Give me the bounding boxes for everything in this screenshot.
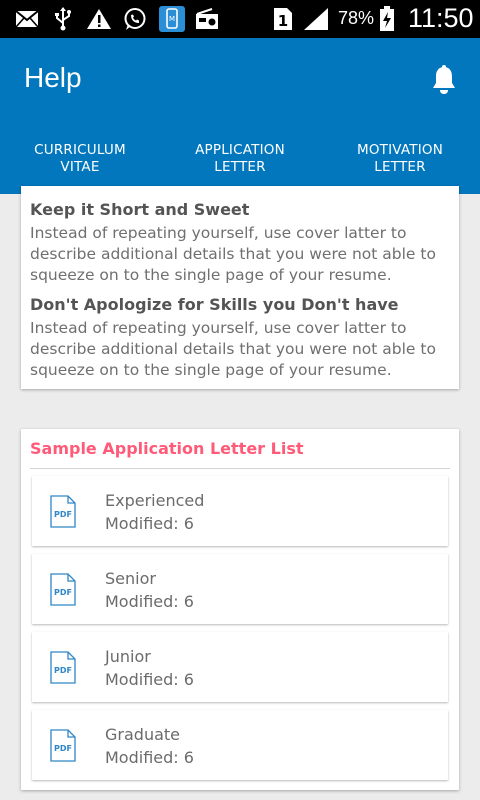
tab-label: LETTER	[374, 159, 426, 175]
list-item-graduate[interactable]: PDF Graduate Modified: 6	[32, 710, 448, 780]
tab-label: APPLICATION	[195, 142, 285, 158]
sample-list-card: Sample Application Letter List PDF Exper…	[21, 429, 459, 790]
svg-text:PDF: PDF	[54, 666, 72, 675]
sim-icon: 1	[272, 7, 294, 31]
usb-icon	[52, 7, 74, 31]
tip-line: Instead of repeating yourself, use cover…	[30, 224, 407, 242]
pdf-file-icon: PDF	[50, 729, 76, 762]
bell-icon[interactable]	[428, 64, 460, 96]
file-modified: Modified: 6	[105, 592, 194, 611]
divider	[30, 468, 450, 469]
svg-text:PDF: PDF	[54, 510, 72, 519]
file-modified: Modified: 6	[105, 670, 194, 689]
tip-title: Keep it Short and Sweet	[30, 200, 250, 219]
status-bar: M 1 78% 11:50	[0, 0, 480, 38]
file-modified: Modified: 6	[105, 514, 194, 533]
list-item-experienced[interactable]: PDF Experienced Modified: 6	[32, 476, 448, 546]
tip-line: Instead of repeating yourself, use cover…	[30, 319, 407, 337]
signal-icon	[302, 7, 330, 31]
svg-text:M: M	[169, 15, 175, 23]
battery-charging-icon	[378, 6, 396, 31]
page-title: Help	[24, 62, 82, 93]
svg-text:PDF: PDF	[54, 744, 72, 753]
list-item-senior[interactable]: PDF Senior Modified: 6	[32, 554, 448, 624]
battery-percentage: 78%	[338, 8, 375, 28]
tips-card: Keep it Short and Sweet Instead of repea…	[21, 186, 459, 389]
file-modified: Modified: 6	[105, 748, 194, 767]
radio-icon	[194, 7, 220, 31]
tip-line: describe additional details that you wer…	[30, 340, 436, 358]
tip-body: Instead of repeating yourself, use cover…	[30, 223, 440, 286]
tip-line: describe additional details that you wer…	[30, 245, 436, 263]
tip-line: squeeze on to the single page of your re…	[30, 361, 392, 379]
email-icon	[14, 7, 40, 31]
file-name: Senior	[105, 569, 156, 588]
pdf-file-icon: PDF	[50, 573, 76, 606]
tab-label: MOTIVATION	[356, 142, 443, 158]
tip-title: Don't Apologize for Skills you Don't hav…	[30, 295, 399, 314]
tab-label: LETTER	[214, 159, 266, 175]
pdf-file-icon: PDF	[50, 651, 76, 684]
clock: 11:50	[408, 3, 474, 33]
list-item-junior[interactable]: PDF Junior Modified: 6	[32, 632, 448, 702]
svg-text:1: 1	[278, 12, 288, 30]
file-name: Junior	[105, 647, 151, 666]
tab-label: VITAE	[60, 159, 100, 175]
warning-icon	[86, 7, 112, 31]
pdf-file-icon: PDF	[50, 495, 76, 528]
whatsapp-icon	[122, 7, 148, 31]
tip-body: Instead of repeating yourself, use cover…	[30, 318, 440, 381]
section-heading: Sample Application Letter List	[30, 439, 304, 458]
file-name: Experienced	[105, 491, 205, 510]
tip-line: squeeze on to the single page of your re…	[30, 266, 392, 284]
tab-label: CURRICULUM	[34, 142, 126, 158]
file-name: Graduate	[105, 725, 180, 744]
svg-text:PDF: PDF	[54, 588, 72, 597]
app-notification-icon: M	[158, 6, 186, 32]
app-bar: Help CURRICULUM VITAE APPLICATION LETTER…	[0, 38, 480, 194]
